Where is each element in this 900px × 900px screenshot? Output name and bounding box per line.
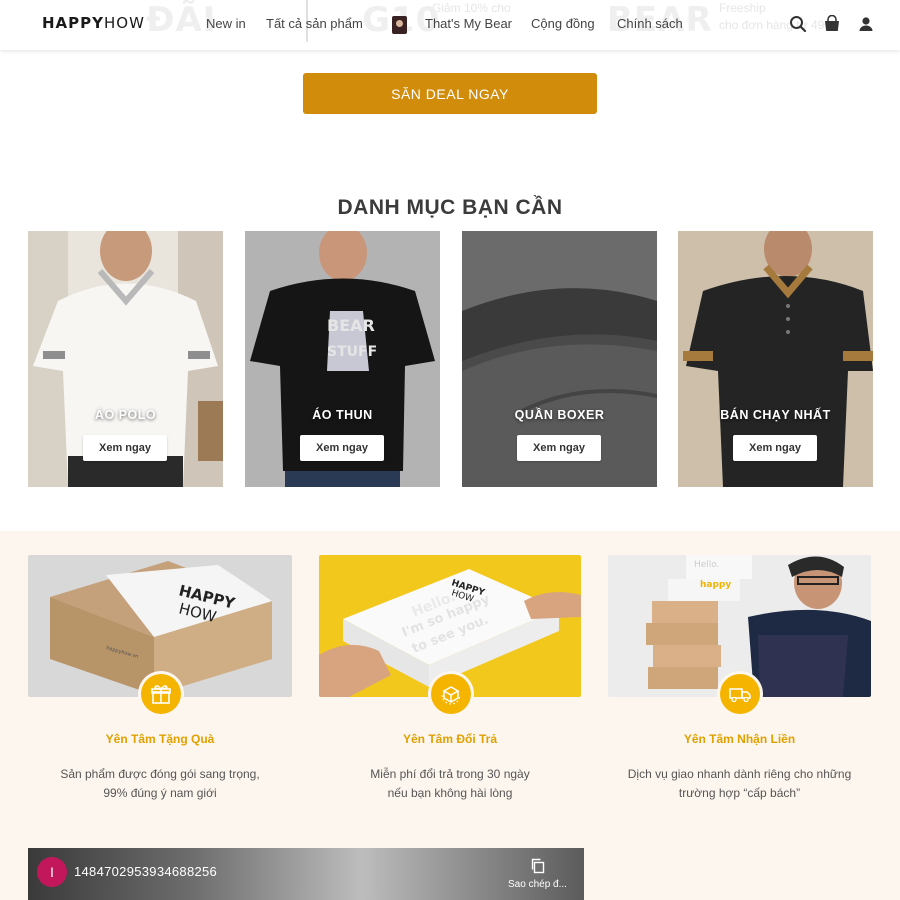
service-title: Yên Tâm Tặng Quà: [105, 732, 215, 746]
service-title: Yên Tâm Nhận Liền: [683, 732, 796, 746]
category-card-polo[interactable]: ÁO POLO Xem ngay: [28, 231, 223, 487]
view-now-button[interactable]: Xem ngay: [733, 435, 817, 461]
nav-new-in[interactable]: New in: [206, 16, 246, 31]
promo-ghost-text: Giảm 10% cho: [432, 1, 511, 15]
promo-ghost-text: Freeship: [719, 1, 766, 15]
service-description: Dịch vụ giao nhanh dành riêng cho những …: [608, 765, 871, 803]
search-icon[interactable]: [789, 15, 807, 33]
account-icon[interactable]: [857, 15, 875, 33]
site-logo[interactable]: HAPPYHOW: [42, 14, 145, 32]
site-header: ĐÃI Giảm 10% cho G10 BEAR Freeship cho đ…: [0, 0, 900, 50]
categories-title: DANH MỤC BẠN CẦN: [337, 196, 563, 219]
nav-thats-my-bear[interactable]: That's My Bear: [425, 16, 512, 31]
service-description-line: 99% đúng ý nam giới: [103, 786, 217, 800]
nav-all-products[interactable]: Tất cả sản phẩm: [266, 16, 363, 31]
category-card-tshirt[interactable]: BEAR STUFF ÁO THUN Xem ngay: [245, 231, 440, 487]
view-now-button[interactable]: Xem ngay: [300, 435, 384, 461]
gift-icon: [141, 674, 181, 714]
video-title[interactable]: 1484702953934688256: [74, 864, 217, 879]
service-description: Sản phẩm được đóng gói sang trọng, 99% đ…: [28, 765, 292, 803]
box-print-text: Hello.: [694, 560, 720, 570]
view-now-button[interactable]: Xem ngay: [83, 435, 167, 461]
box-print-text: happy: [700, 580, 731, 590]
category-label: ÁO POLO: [94, 408, 157, 422]
category-card-boxer[interactable]: QUẦN BOXER Xem ngay: [462, 231, 657, 487]
nav-policy[interactable]: Chính sách: [617, 16, 683, 31]
category-label: ÁO THUN: [312, 408, 373, 422]
logo-text-thin: HOW: [104, 14, 145, 32]
view-now-button[interactable]: Xem ngay: [517, 435, 601, 461]
service-description-line: trường hợp “cấp bách”: [678, 786, 801, 800]
copy-icon[interactable]: [530, 858, 546, 874]
video-channel-avatar[interactable]: I: [37, 857, 67, 887]
nav-community[interactable]: Cộng đồng: [531, 16, 595, 31]
bear-icon[interactable]: [392, 16, 407, 34]
service-description-line: Miễn phí đổi trả trong 30 ngày: [370, 767, 530, 781]
category-label: QUẦN BOXER: [514, 408, 605, 422]
logo-text-bold: HAPPY: [42, 14, 105, 32]
services-section: HAPPY HOW happyhow.vn Yên Tâm Tặng Quà S…: [0, 531, 900, 900]
service-description-line: nếu bạn không hài lòng: [387, 786, 513, 800]
hunt-deal-button[interactable]: SĂN DEAL NGAY: [303, 73, 597, 114]
category-label: BÁN CHẠY NHẤT: [720, 408, 831, 422]
category-card-best-seller[interactable]: BÁN CHẠY NHẤT Xem ngay: [678, 231, 873, 487]
service-description-line: Dịch vụ giao nhanh dành riêng cho những: [627, 767, 852, 781]
video-embed[interactable]: I 1484702953934688256 Sao chép đ...: [28, 848, 584, 900]
cart-icon[interactable]: [823, 15, 841, 33]
service-description: Miễn phí đổi trả trong 30 ngày nếu bạn k…: [319, 765, 581, 803]
tshirt-print-text: STUFF: [327, 344, 377, 360]
service-description-line: Sản phẩm được đóng gói sang trọng,: [60, 767, 260, 781]
promo-ghost-text: cho đơn hàng từ 499k: [719, 18, 837, 32]
service-title: Yên Tâm Đổi Trả: [402, 732, 498, 746]
return-box-icon: [431, 674, 471, 714]
tshirt-print-text: BEAR: [327, 316, 375, 335]
copy-link-label[interactable]: Sao chép đ...: [508, 879, 567, 890]
delivery-truck-icon: [720, 674, 760, 714]
